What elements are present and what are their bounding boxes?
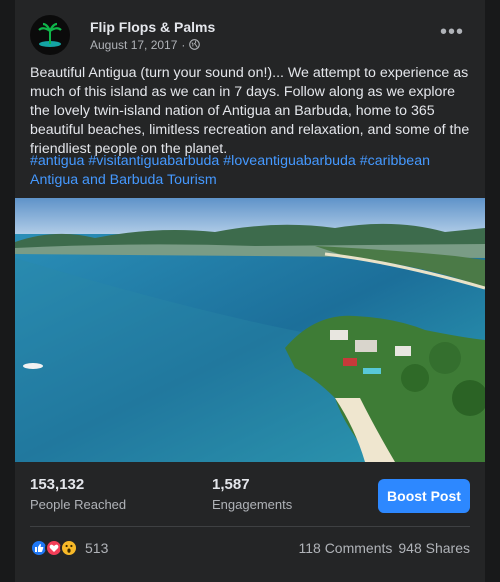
engagements-value: 1,587 xyxy=(212,476,250,493)
globe-icon xyxy=(189,39,201,50)
divider xyxy=(30,526,470,527)
people-reached-label: People Reached xyxy=(30,497,127,512)
post-date[interactable]: August 17, 2017 xyxy=(90,38,177,52)
boost-post-button[interactable]: Boost Post xyxy=(378,479,470,513)
post-meta: August 17, 2017 · xyxy=(90,38,215,52)
hashtag-link[interactable]: #visitantiguabarbuda xyxy=(88,153,219,169)
post-photo[interactable] xyxy=(15,198,485,462)
hashtag-link[interactable]: #antigua xyxy=(30,153,84,169)
hashtag-link[interactable]: #caribbean xyxy=(360,153,430,169)
engagement-counts: 118 Comments 948 Shares xyxy=(298,540,470,556)
comments-count-link[interactable]: 118 Comments xyxy=(298,540,392,556)
palm-logo-icon xyxy=(38,22,62,47)
people-reached-stat[interactable]: 153,132 People Reached xyxy=(30,476,126,512)
more-options-icon[interactable]: ••• xyxy=(440,21,464,44)
post-card: Flip Flops & Palms August 17, 2017 · •••… xyxy=(15,0,485,582)
hashtag-link[interactable]: #loveantiguabarbuda xyxy=(223,153,356,169)
post-header: Flip Flops & Palms August 17, 2017 · ••• xyxy=(30,15,470,55)
shares-count-link[interactable]: 948 Shares xyxy=(398,540,470,556)
page-name[interactable]: Flip Flops & Palms xyxy=(90,19,215,35)
aerial-island-photo xyxy=(15,198,485,462)
reactions-count: 513 xyxy=(85,540,109,556)
tagged-page-link[interactable]: Antigua and Barbuda Tourism xyxy=(30,172,217,188)
post-text: Beautiful Antigua (turn your sound on!).… xyxy=(30,65,470,157)
hashtags-line: #antigua #visitantiguabarbuda #loveantig… xyxy=(30,152,472,190)
insights-bar: 153,132 People Reached 1,587 Engagements… xyxy=(30,474,470,518)
reactions-summary[interactable]: 513 xyxy=(30,539,108,557)
engagements-stat[interactable]: 1,587 Engagements xyxy=(212,476,292,512)
people-reached-value: 153,132 xyxy=(30,476,85,493)
wow-icon xyxy=(60,539,78,557)
page-avatar[interactable] xyxy=(30,15,70,55)
engagements-label: Engagements xyxy=(212,497,293,512)
post-footer: 513 118 Comments 948 Shares xyxy=(30,536,470,560)
